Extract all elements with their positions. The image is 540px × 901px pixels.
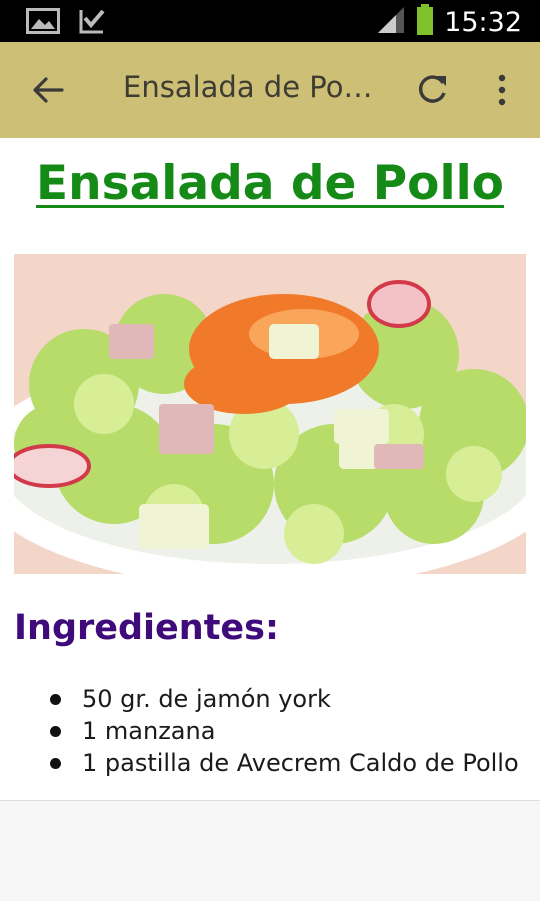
recipe-webview[interactable]: Ensalada de Pollo Ingredientes: 50 gr. d… (0, 138, 540, 800)
download-done-icon (78, 8, 106, 38)
bottom-blank-area (0, 800, 540, 901)
back-arrow-icon[interactable] (28, 68, 68, 112)
ingredients-heading: Ingredientes: (14, 608, 279, 648)
ingredient-item: 50 gr. de jamón york (50, 683, 522, 715)
status-time: 15:32 (444, 6, 522, 38)
ingredients-list: 50 gr. de jamón york 1 manzana 1 pastill… (40, 683, 522, 779)
gallery-icon (26, 8, 60, 38)
action-bar-title: Ensalada de Po… (123, 70, 373, 104)
refresh-icon[interactable] (410, 68, 454, 112)
recipe-title: Ensalada de Pollo (36, 156, 504, 211)
ingredient-item: 1 pastilla de Avecrem Caldo de Pollo (50, 747, 522, 779)
salad-photo (14, 254, 526, 574)
action-bar: Ensalada de Po… (0, 42, 540, 138)
ingredient-item: 1 manzana (50, 715, 522, 747)
more-vert-icon[interactable] (490, 68, 514, 112)
signal-icon (376, 5, 406, 39)
status-bar: 15:32 (0, 0, 540, 42)
battery-icon (416, 4, 434, 40)
